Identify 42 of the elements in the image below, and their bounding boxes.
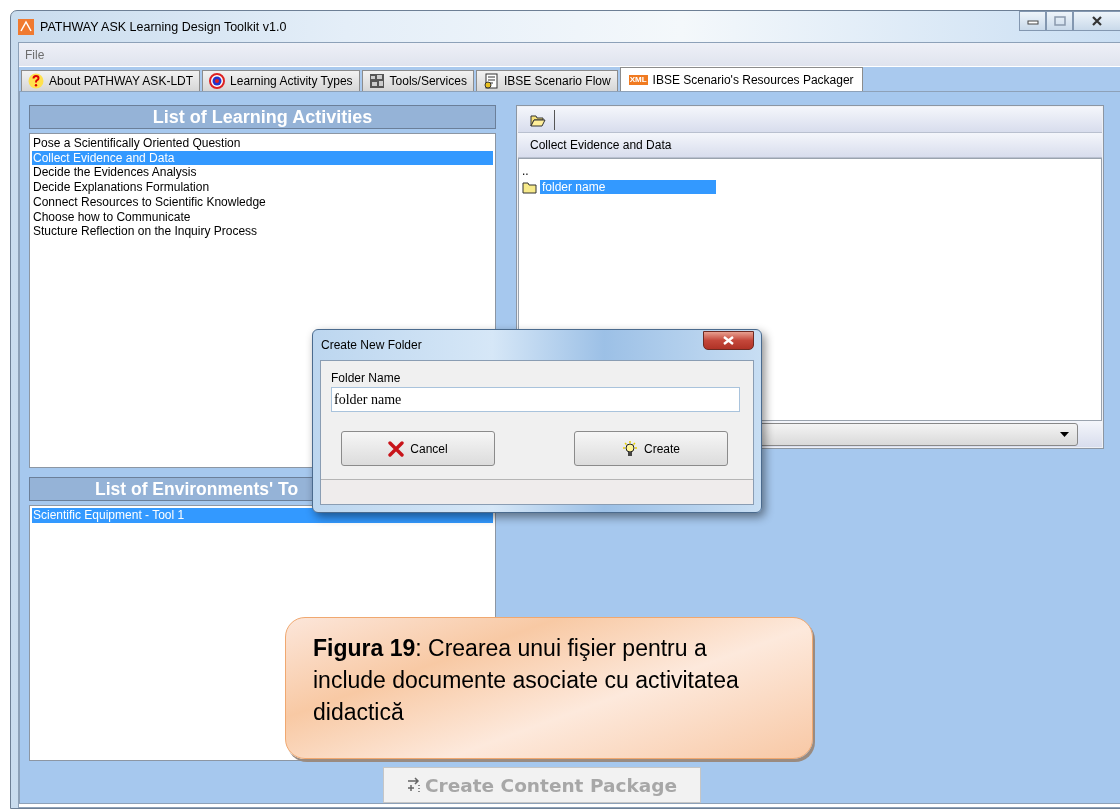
tab[interactable]: About PATHWAY ASK-LDT	[21, 70, 201, 91]
maximize-button[interactable]	[1046, 11, 1073, 31]
dropdown-arrow-icon	[1060, 431, 1069, 437]
list-item[interactable]: Choose how to Communicate	[32, 209, 493, 225]
open-folder-button[interactable]	[530, 112, 546, 127]
file-entry[interactable]: ..	[522, 164, 529, 178]
tab[interactable]: IBSE Scenario Flow	[475, 70, 618, 91]
xml-badge: XML	[628, 74, 648, 85]
package-icon	[407, 777, 421, 793]
folder-path: Collect Evidence and Data	[518, 133, 1102, 158]
tab[interactable]: XML IBSE Scenario's Resources Packager	[619, 67, 863, 91]
document-icon	[482, 73, 499, 89]
list-item[interactable]: Stucture Reflection on the Inquiry Process	[32, 224, 493, 239]
field-label: Folder Name	[331, 371, 402, 385]
dialog-title: Create New Folder	[320, 338, 422, 352]
create-button[interactable]: Create	[574, 431, 728, 466]
help-icon	[28, 73, 44, 89]
list-item[interactable]: Connect Resources to Scientific Knowledge	[32, 194, 493, 210]
close-button[interactable]	[703, 330, 754, 350]
figure-caption: Figura 19: Crearea unui fişier pentru a include documente asociate cu activitatea didactică	[313, 634, 740, 727]
tab[interactable]: Tools/Services	[361, 70, 474, 91]
cross-icon	[388, 440, 405, 457]
mosaic-icon	[368, 73, 385, 89]
maximize-icon	[1053, 16, 1066, 26]
tab[interactable]: Learning Activity Types	[202, 70, 360, 91]
minimize-button[interactable]	[1019, 11, 1046, 31]
list-item[interactable]: Decide Explanations Formulation	[32, 180, 493, 195]
menu-item[interactable]: File	[25, 47, 45, 62]
cancel-button[interactable]: Cancel	[341, 431, 495, 466]
open-folder-icon	[530, 112, 546, 127]
light-bulb-icon	[622, 440, 638, 457]
folder-icon	[522, 180, 537, 194]
list-item[interactable]: Decide the Evidences Analysis	[32, 165, 493, 181]
list-item[interactable]: Pose a Scientifically Oriented Question	[32, 136, 493, 151]
app-logo-icon	[18, 18, 34, 35]
close-button[interactable]	[1073, 11, 1120, 31]
list-heading: List of Learning Activities	[29, 105, 496, 129]
window-title: PATHWAY ASK Learning Design Toolkit v1.0	[40, 19, 287, 34]
close-icon	[1091, 16, 1103, 26]
folder-name-field[interactable]: folder name	[331, 387, 740, 412]
close-icon	[723, 335, 734, 345]
target-icon	[209, 73, 226, 89]
